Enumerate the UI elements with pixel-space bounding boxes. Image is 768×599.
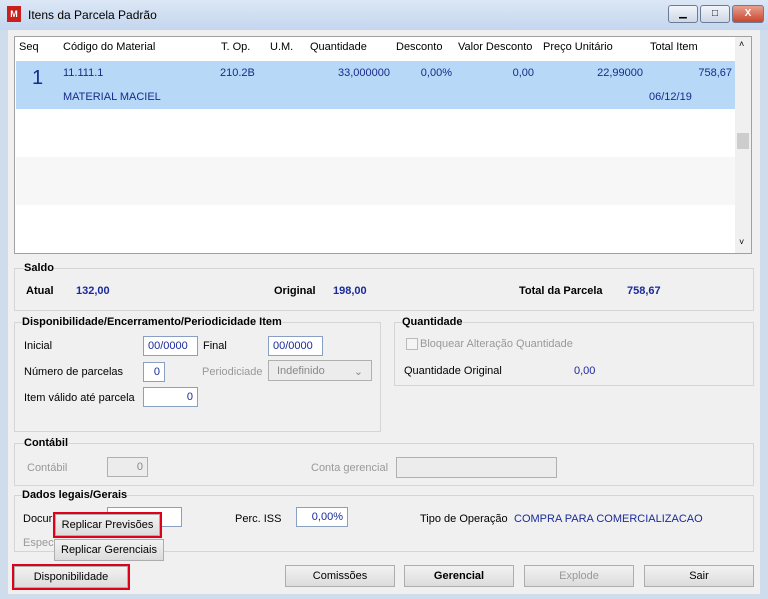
gerencial-input[interactable] — [396, 457, 557, 478]
row-valor-desconto: 0,00 — [512, 67, 534, 79]
contabil-label: Contábil — [27, 462, 68, 474]
close-button[interactable]: X — [732, 5, 764, 23]
gerencial-button[interactable]: Gerencial — [404, 565, 514, 587]
col-desconto[interactable]: Desconto — [396, 41, 442, 53]
col-codigo[interactable]: Código do Material — [63, 41, 155, 53]
periodicidade-label: Periodiciade — [202, 366, 263, 378]
sair-button[interactable]: Sair — [644, 565, 754, 587]
col-um[interactable]: U.M. — [270, 41, 293, 53]
saldo-title: Saldo — [24, 262, 54, 274]
row-seq: 1 — [32, 67, 44, 89]
row-descricao: MATERIAL MACIEL — [63, 91, 161, 103]
contabil-input[interactable]: 0 — [107, 457, 148, 477]
col-seq[interactable]: Seq — [19, 41, 39, 53]
row-codigo: 11.111.1 — [63, 67, 104, 79]
original-value: 198,00 — [333, 285, 367, 297]
parcelas-label: Número de parcelas — [24, 366, 124, 378]
table-row[interactable]: 1 11.111.1 210.2B 33,000000 0,00% 0,00 2… — [16, 61, 736, 109]
total-parcela-label: Total da Parcela — [519, 285, 603, 297]
minimize-button[interactable]: ▁ — [668, 5, 698, 23]
chevron-down-icon: ⌄ — [353, 366, 363, 378]
periodicidade-value: Indefinido — [277, 365, 325, 377]
especie-label: Espec — [23, 537, 54, 549]
qtd-original-value: 0,00 — [574, 365, 596, 377]
qtd-original-label: Quantidade Original — [404, 365, 502, 377]
row-quantidade: 33,000000 — [338, 67, 390, 79]
row-top: 210.2B — [220, 67, 255, 79]
col-valor-desconto[interactable]: Valor Desconto — [458, 41, 532, 53]
bloquear-label: Bloquear Alteração Quantidade — [420, 338, 573, 350]
tipo-operacao-label: Tipo de Operação — [420, 513, 508, 525]
iss-label: Perc. ISS — [235, 513, 282, 525]
window-title: Itens da Parcela Padrão — [28, 8, 157, 22]
col-quantidade[interactable]: Quantidade — [310, 41, 367, 53]
replicar-gerenciais-menu-item[interactable]: Replicar Gerenciais — [54, 539, 164, 561]
row-data: 06/12/19 — [649, 91, 692, 103]
scroll-thumb[interactable] — [737, 133, 749, 149]
atual-label: Atual — [26, 285, 54, 297]
comissoes-button[interactable]: Comissões — [285, 565, 395, 587]
dados-title: Dados legais/Gerais — [22, 489, 128, 501]
final-label: Final — [203, 340, 227, 352]
atual-value: 132,00 — [76, 285, 110, 297]
original-label: Original — [274, 285, 316, 297]
final-input[interactable]: 00/0000 — [268, 336, 323, 356]
row-preco: 22,99000 — [597, 67, 643, 79]
col-preco[interactable]: Preço Unitário — [543, 41, 613, 53]
maximize-button[interactable]: □ — [700, 5, 730, 23]
app-logo-icon: M — [7, 6, 21, 22]
bloquear-checkbox[interactable] — [406, 338, 418, 350]
vertical-scrollbar[interactable]: ˄ ˅ — [735, 37, 751, 253]
col-total[interactable]: Total Item — [650, 41, 698, 53]
valido-input[interactable]: 0 — [143, 387, 198, 407]
quantidade-title: Quantidade — [402, 316, 463, 328]
contabil-title: Contábil — [24, 437, 68, 449]
scroll-down-icon[interactable]: ˅ — [739, 237, 744, 247]
items-grid[interactable]: Seq Código do Material T. Op. U.M. Quant… — [14, 36, 752, 254]
explode-button[interactable]: Explode — [524, 565, 634, 587]
disponibilidade-title: Disponibilidade/Encerramento/Periodicida… — [22, 316, 282, 328]
row-desconto: 0,00% — [420, 67, 452, 79]
total-parcela-value: 758,67 — [627, 285, 661, 297]
periodicidade-select[interactable]: Indefinido ⌄ — [268, 360, 372, 381]
inicial-label: Inicial — [24, 340, 53, 352]
title-bar: M Itens da Parcela Padrão ▁ □ X — [0, 0, 768, 30]
parcelas-input[interactable]: 0 — [143, 362, 165, 382]
col-top[interactable]: T. Op. — [221, 41, 250, 53]
documento-label: Docur — [23, 513, 53, 525]
disponibilidade-button[interactable]: Disponibilidade — [12, 564, 130, 590]
inicial-input[interactable]: 00/0000 — [143, 336, 198, 356]
valido-label: Item válido até parcela — [24, 392, 135, 404]
iss-input[interactable]: 0,00% — [296, 507, 348, 527]
replicar-previsoes-menu-item[interactable]: Replicar Previsões — [53, 512, 162, 538]
gerencial-label: Conta gerencial — [311, 462, 389, 474]
row-total: 758,67 — [698, 67, 732, 79]
scroll-up-icon[interactable]: ˄ — [739, 39, 744, 49]
tipo-operacao-value: COMPRA PARA COMERCIALIZACAO — [514, 513, 703, 525]
empty-row — [16, 157, 736, 205]
